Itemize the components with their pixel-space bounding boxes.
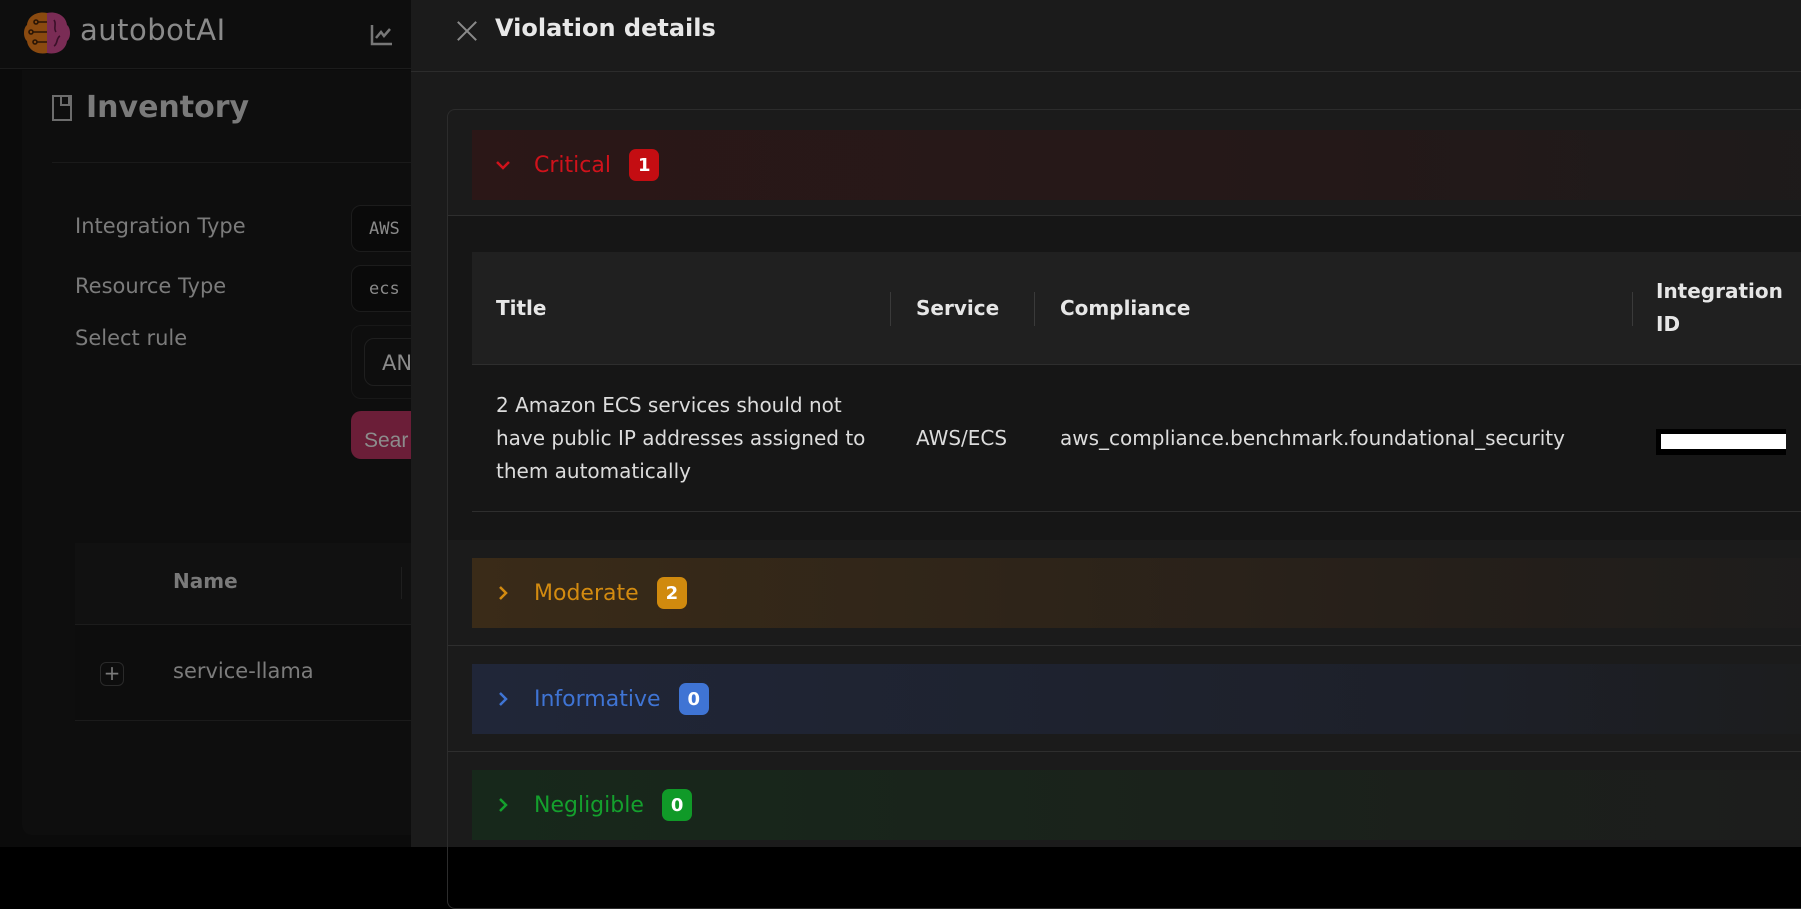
severity-label: Moderate bbox=[534, 580, 639, 606]
severity-accordion: Critical 1 Title Service Compliance Inte… bbox=[447, 109, 1801, 909]
violation-details-drawer: Violation details Critical 1 Title Servi… bbox=[411, 0, 1801, 909]
accordion-header-critical[interactable]: Critical 1 bbox=[472, 130, 1801, 200]
section-critical: Critical 1 Title Service Compliance Inte… bbox=[448, 110, 1801, 540]
count-badge: 2 bbox=[656, 577, 688, 609]
violation-compliance: aws_compliance.benchmark.foundational_se… bbox=[1060, 426, 1565, 450]
table-row[interactable]: + service-llama bbox=[75, 625, 435, 721]
section-moderate: Moderate 2 bbox=[448, 540, 1801, 646]
integration-id-redacted bbox=[1656, 429, 1786, 455]
column-separator[interactable] bbox=[890, 292, 891, 326]
resource-type-label: Resource Type bbox=[75, 274, 227, 298]
divider bbox=[52, 162, 412, 163]
chevron-right-icon bbox=[499, 798, 508, 812]
critical-violations: Title Service Compliance Integration ID … bbox=[448, 215, 1801, 540]
chevron-down-icon bbox=[496, 161, 510, 170]
accordion-header-moderate[interactable]: Moderate 2 bbox=[472, 558, 1801, 628]
column-header-service[interactable]: Service bbox=[916, 292, 999, 325]
table-row[interactable]: 2 Amazon ECS services should not have pu… bbox=[472, 365, 1801, 512]
violation-service: AWS/ECS bbox=[916, 426, 1008, 450]
severity-label: Critical bbox=[534, 152, 611, 178]
inventory-table-header: Name bbox=[75, 543, 435, 625]
count-badge: 0 bbox=[678, 683, 710, 715]
brand-name: autobotAI bbox=[80, 13, 226, 47]
accordion-header-negligible[interactable]: Negligible 0 bbox=[472, 770, 1801, 840]
section-negligible: Negligible 0 bbox=[448, 752, 1801, 872]
severity-label: Informative bbox=[534, 686, 661, 712]
close-icon[interactable] bbox=[454, 18, 480, 44]
column-separator[interactable] bbox=[401, 567, 402, 599]
count-badge: 1 bbox=[628, 149, 660, 181]
column-header-compliance[interactable]: Compliance bbox=[1060, 292, 1190, 325]
chart-line-icon[interactable] bbox=[370, 24, 394, 46]
section-informative: Informative 0 bbox=[448, 646, 1801, 752]
chevron-right-icon bbox=[499, 692, 508, 706]
page-title: Inventory bbox=[86, 90, 250, 125]
expand-row-icon[interactable]: + bbox=[100, 662, 124, 686]
violation-title: 2 Amazon ECS services should not have pu… bbox=[496, 393, 866, 483]
column-header-integration-id[interactable]: Integration ID bbox=[1656, 275, 1783, 341]
violations-table: Title Service Compliance Integration ID … bbox=[472, 252, 1801, 512]
resource-name: service-llama bbox=[173, 659, 314, 683]
integration-type-label: Integration Type bbox=[75, 214, 246, 238]
chevron-right-icon bbox=[499, 586, 508, 600]
bookmark-icon bbox=[52, 94, 72, 121]
brain-circuit-logo-icon bbox=[24, 12, 70, 54]
column-separator[interactable] bbox=[1632, 292, 1633, 326]
accordion-header-informative[interactable]: Informative 0 bbox=[472, 664, 1801, 734]
select-rule-label: Select rule bbox=[75, 326, 188, 350]
violations-table-header: Title Service Compliance Integration ID bbox=[472, 252, 1801, 365]
column-header-title[interactable]: Title bbox=[496, 292, 546, 325]
drawer-title: Violation details bbox=[495, 14, 716, 42]
column-separator[interactable] bbox=[1034, 292, 1035, 326]
drawer-header: Violation details bbox=[411, 0, 1801, 72]
count-badge: 0 bbox=[661, 789, 693, 821]
severity-label: Negligible bbox=[534, 792, 644, 818]
page-header: Inventory bbox=[52, 90, 249, 125]
column-header-name[interactable]: Name bbox=[173, 569, 238, 593]
